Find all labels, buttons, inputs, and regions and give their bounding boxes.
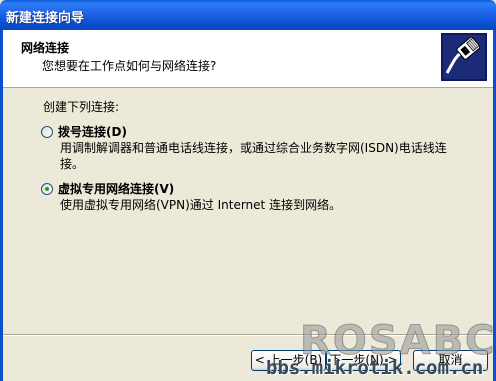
window-titlebar[interactable]: 新建连接向导 [0, 0, 496, 30]
vpn-label[interactable]: 虚拟专用网络连接(V) [58, 180, 174, 197]
option-dialup[interactable]: 拨号连接(D) [41, 123, 127, 140]
dialup-description-line1: 用调制解调器和普通电话线连接，或通过综合业务数字网(ISDN)电话线连 [60, 141, 447, 155]
prompt-label: 创建下列连接: [43, 100, 120, 114]
watermark-url: bbs.mikrotik.com.cn [266, 357, 484, 379]
vpn-description: 使用虚拟专用网络(VPN)通过 Internet 连接到网络。 [60, 197, 341, 213]
dialup-radio[interactable] [41, 125, 53, 138]
dialup-label[interactable]: 拨号连接(D) [58, 123, 127, 140]
dialup-description-line2: 接。 [60, 157, 85, 171]
vpn-description-line1: 使用虚拟专用网络(VPN)通过 Internet 连接到网络。 [60, 198, 342, 212]
wizard-header: 网络连接 您想要在工作点如何与网络连接? [3, 30, 493, 88]
option-vpn[interactable]: 虚拟专用网络连接(V) [41, 180, 174, 197]
wizard-content: 创建下列连接: 拨号连接(D) 用调制解调器和普通电话线连接，或通过综合业务数字… [3, 88, 493, 333]
vpn-radio[interactable] [41, 182, 53, 195]
dialup-description: 用调制解调器和普通电话线连接，或通过综合业务数字网(ISDN)电话线连 接。 [60, 140, 447, 172]
header-subtitle: 您想要在工作点如何与网络连接? [42, 59, 217, 73]
window-title: 新建连接向导 [6, 11, 85, 26]
header-title: 网络连接 [21, 41, 70, 55]
network-cable-plug-icon [441, 33, 487, 81]
